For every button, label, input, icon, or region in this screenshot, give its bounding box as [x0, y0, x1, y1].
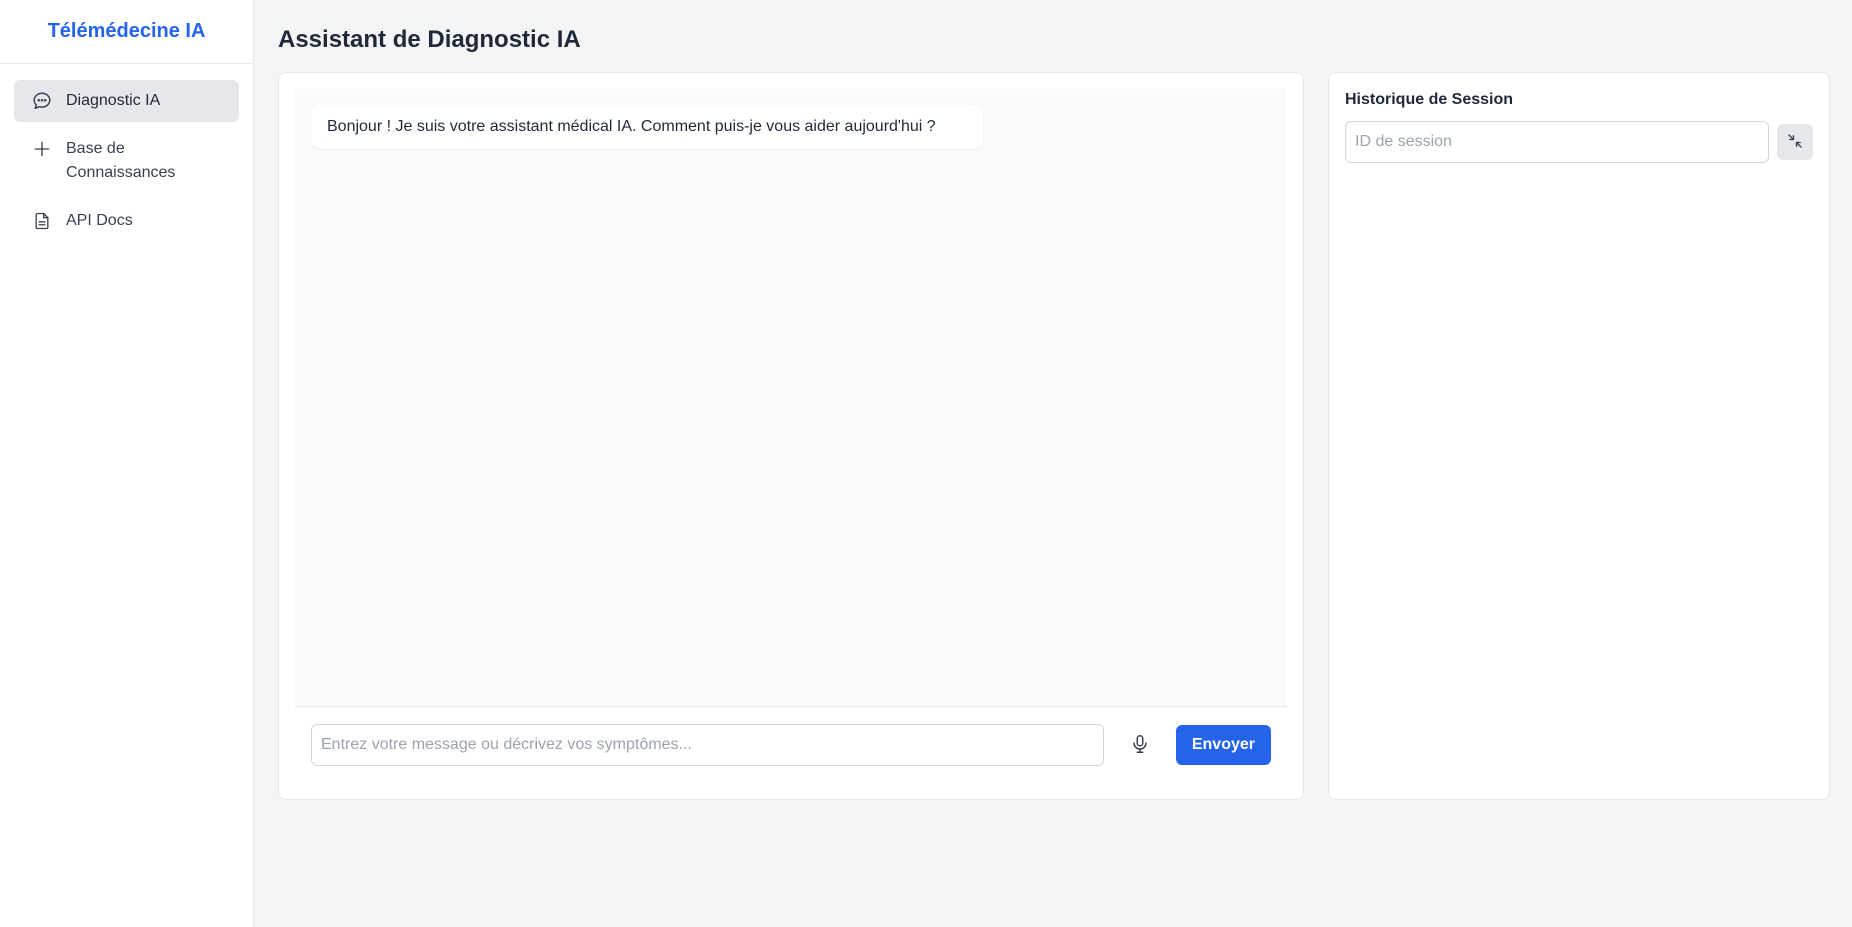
- page-title: Assistant de Diagnostic IA: [278, 26, 581, 53]
- session-history-panel: Historique de Session: [1328, 72, 1830, 800]
- microphone-button[interactable]: [1120, 725, 1160, 765]
- message-list[interactable]: Bonjour ! Je suis votre assistant médica…: [295, 89, 1287, 707]
- plus-icon: [30, 137, 54, 161]
- document-icon: [30, 209, 54, 233]
- sidebar-item-label: Base de Connaissances: [66, 140, 176, 181]
- sidebar-nav: Diagnostic IA Base de Connaissances API …: [0, 64, 253, 264]
- message-input[interactable]: [311, 724, 1104, 766]
- load-session-button[interactable]: [1777, 124, 1813, 160]
- app-root: Télémédecine IA Diagnostic IA Base de Co…: [0, 0, 1852, 927]
- session-id-row: [1345, 121, 1813, 163]
- sidebar-item-diagnostic[interactable]: Diagnostic IA: [14, 80, 239, 122]
- sidebar-item-label: Diagnostic IA: [66, 92, 161, 109]
- sidebar-item-api-docs[interactable]: API Docs: [14, 200, 239, 242]
- brand-title: Télémédecine IA: [0, 0, 253, 64]
- message-composer: Envoyer: [295, 707, 1287, 783]
- chat-bubble-icon: [30, 89, 54, 113]
- assistant-message: Bonjour ! Je suis votre assistant médica…: [311, 105, 983, 149]
- send-button[interactable]: Envoyer: [1175, 725, 1271, 765]
- microphone-icon: [1129, 732, 1151, 759]
- history-title: Historique de Session: [1345, 91, 1514, 108]
- session-id-input[interactable]: [1345, 121, 1769, 163]
- sidebar: Télémédecine IA Diagnostic IA Base de Co…: [0, 0, 254, 927]
- main-area: Assistant de Diagnostic IA Bonjour ! Je …: [254, 0, 1852, 927]
- collapse-arrows-icon: [1786, 132, 1804, 153]
- sidebar-item-label: API Docs: [66, 212, 133, 229]
- sidebar-item-knowledge-base[interactable]: Base de Connaissances: [14, 128, 239, 194]
- content-row: Bonjour ! Je suis votre assistant médica…: [278, 72, 1830, 800]
- chat-panel: Bonjour ! Je suis votre assistant médica…: [278, 72, 1304, 800]
